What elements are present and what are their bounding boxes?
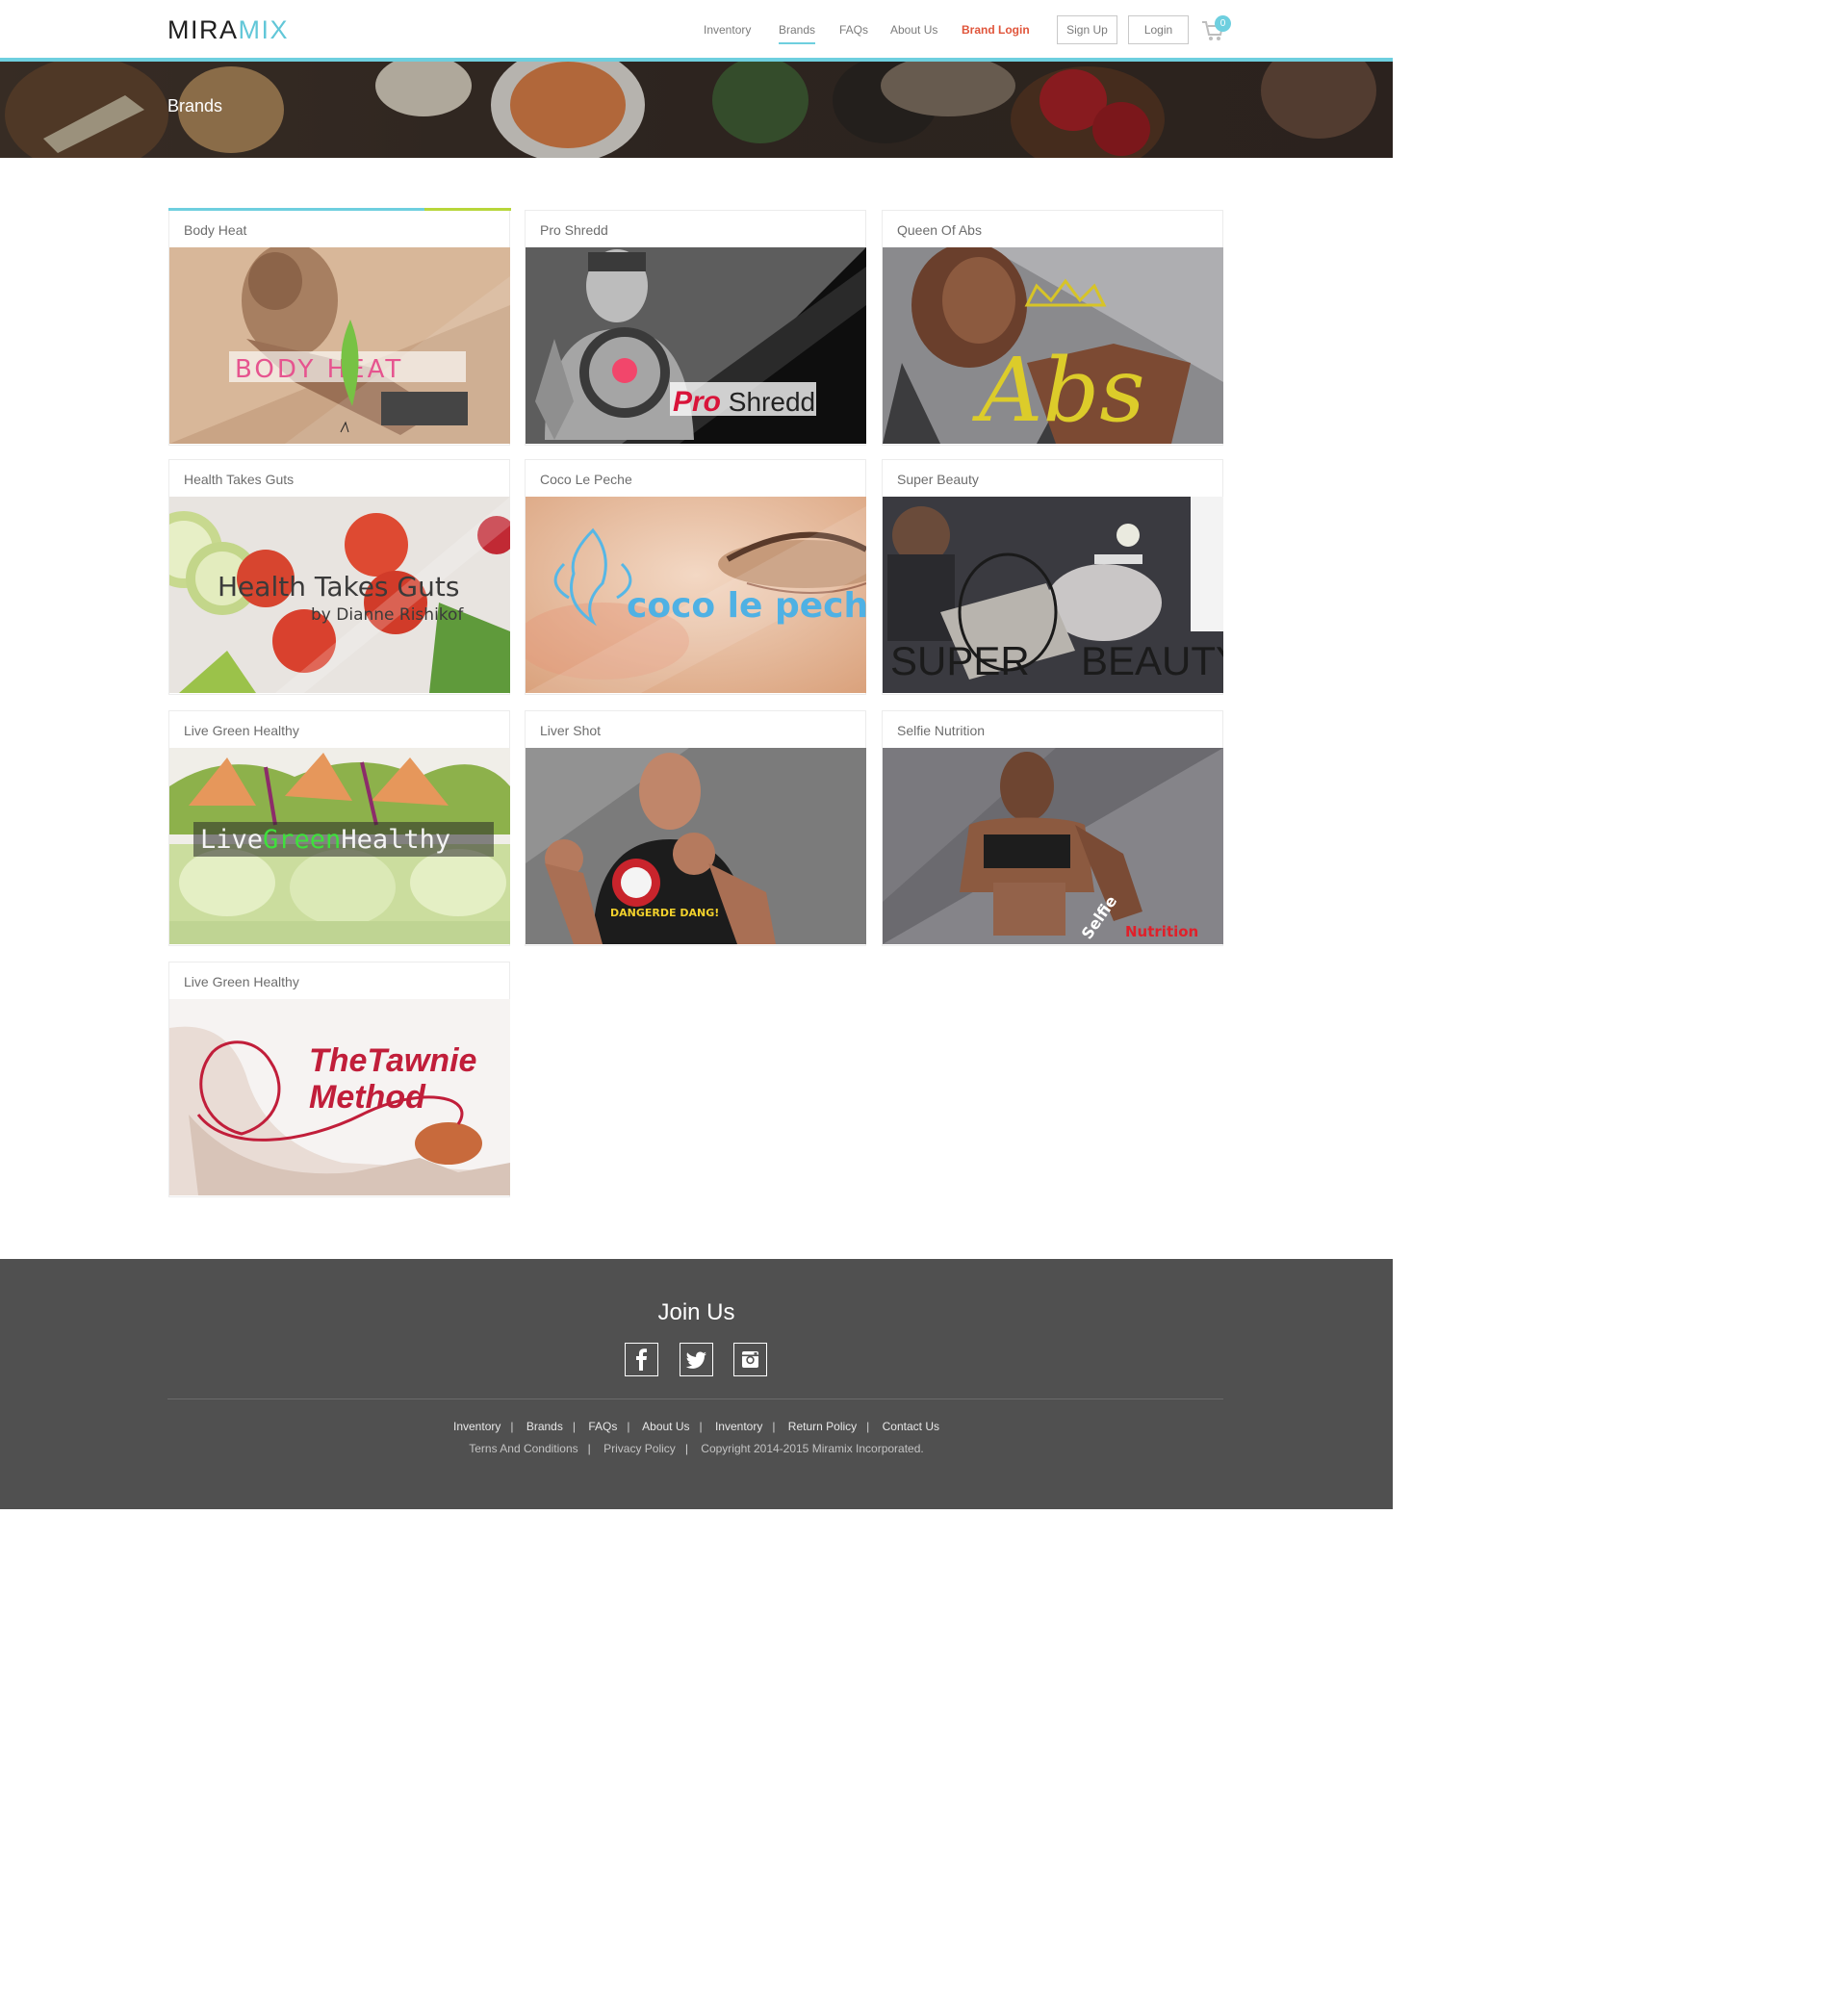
brand-card-live-green-healthy[interactable]: Live Green Healthy LiveGreenHealthy [168,710,510,946]
brand-card-title[interactable]: Live Green Healthy [184,974,299,989]
brand-card-liver-shot[interactable]: Liver Shot DANGERDE DANG! [525,710,866,946]
brand-card-coco-le-peche[interactable]: Coco Le Peche coco le peche [525,459,866,695]
nav-item-about-us[interactable]: About Us [890,23,937,42]
logo-text-1: MIRA [167,15,239,44]
footer-link-return-policy[interactable]: Return Policy [788,1420,857,1433]
brand-card-body-heat[interactable]: Body Heat BODY HEAT [168,208,511,446]
brand-card-super-beauty[interactable]: Super Beauty SUPERBEAUTY [882,459,1223,695]
brand-card-image[interactable]: SUPERBEAUTY [883,497,1223,693]
brand-logo-text: BODY HEAT [235,355,403,384]
nav-item-faqs[interactable]: FAQs [839,23,868,42]
brand-logo-text: coco le peche [627,586,866,626]
nav-item-inventory[interactable]: Inventory [704,23,751,42]
shirt-graphic-text: DANGERDE DANG! [610,907,719,919]
brand-card-image[interactable]: Abs [883,247,1223,444]
brand-card-image[interactable]: Pro Shredd [526,247,866,444]
brand-card-title[interactable]: Live Green Healthy [184,723,299,738]
brand-card-title[interactable]: Liver Shot [540,723,601,738]
brand-logo-text: Health Takes Guts [218,571,459,603]
logo-text-2: MIX [238,15,290,44]
signup-button[interactable]: Sign Up [1057,15,1117,44]
footer-copyright: Copyright 2014-2015 Miramix Incorporated… [701,1442,924,1455]
brand-card-image[interactable]: LiveGreenHealthy [169,748,510,944]
nav-item-brands[interactable]: Brands [779,23,816,44]
brand-card-image[interactable]: DANGERDE DANG! [526,748,866,944]
logo[interactable]: MIRAMIX [167,15,289,45]
footer-link-terms[interactable]: Terns And Conditions [469,1442,578,1455]
footer-legal-links: Terns And Conditions | Privacy Policy | Co… [469,1442,924,1455]
brand-card-image[interactable]: Selfie Nutrition [883,748,1223,944]
cart-count-badge: 0 [1215,15,1231,32]
footer-link-brands[interactable]: Brands [526,1420,563,1433]
brand-logo-text: LiveGreenHealthy [200,825,450,855]
brand-logo-text: Pro Shredd [673,386,815,418]
brand-logo-subtext: by Dianne Rishikof [311,605,464,625]
brand-card-live-green-healthy-2[interactable]: Live Green Healthy TheTawnie Method [168,962,510,1197]
brand-logo-text-2: Method [309,1079,426,1116]
footer-link-faqs[interactable]: FAQs [588,1420,617,1433]
facebook-icon[interactable] [625,1343,658,1376]
brand-card-selfie-nutrition[interactable]: Selfie Nutrition Selfie Nutrition [882,710,1223,946]
footer-link-inventory-2[interactable]: Inventory [715,1420,762,1433]
footer-title: Join Us [657,1299,735,1325]
footer-nav-links: Inventory | Brands | FAQs | About Us | Inven… [453,1420,939,1433]
footer-link-privacy-policy[interactable]: Privacy Policy [603,1442,676,1455]
header: MIRAMIX Inventory Brands FAQs About Us B… [0,0,1393,58]
brand-card-title[interactable]: Queen Of Abs [897,222,982,238]
brand-card-title[interactable]: Coco Le Peche [540,472,632,487]
footer-link-inventory[interactable]: Inventory [453,1420,500,1433]
brand-logo-text-2: Nutrition [1125,923,1198,940]
instagram-icon[interactable] [733,1343,767,1376]
footer-link-about-us[interactable]: About Us [642,1420,689,1433]
page-title: Brands [167,96,223,116]
brand-card-image[interactable]: BODY HEAT [169,247,510,444]
card-accent-bar [168,208,424,211]
brand-card-title[interactable]: Super Beauty [897,472,979,487]
brand-logo-text-1: TheTawnie [309,1042,476,1079]
brand-card-image[interactable]: Health Takes Guts by Dianne Rishikof [169,497,510,693]
footer-link-contact-us[interactable]: Contact Us [883,1420,939,1433]
brand-card-image[interactable]: TheTawnie Method [169,999,510,1195]
brand-card-pro-shredd[interactable]: Pro Shredd Pro Shredd [525,210,866,446]
card-accent-bar-green [424,208,511,211]
brand-card-title[interactable]: Body Heat [184,222,246,238]
brand-card-queen-of-abs[interactable]: Queen Of Abs Abs [882,210,1223,446]
brand-card-image[interactable]: coco le peche [526,497,866,693]
brand-card-title[interactable]: Health Takes Guts [184,472,294,487]
twitter-icon[interactable] [680,1343,713,1376]
login-button[interactable]: Login [1128,15,1189,44]
brand-logo-text: Abs [971,339,1145,442]
brand-card-title[interactable]: Pro Shredd [540,222,608,238]
brand-card-title[interactable]: Selfie Nutrition [897,723,985,738]
footer: Join Us Inventory | Brands | FAQs | About U… [0,1259,1393,1509]
nav-item-brand-login[interactable]: Brand Login [962,23,1030,42]
brand-card-health-takes-guts[interactable]: Health Takes Guts Health Takes Guts by D… [168,459,510,695]
